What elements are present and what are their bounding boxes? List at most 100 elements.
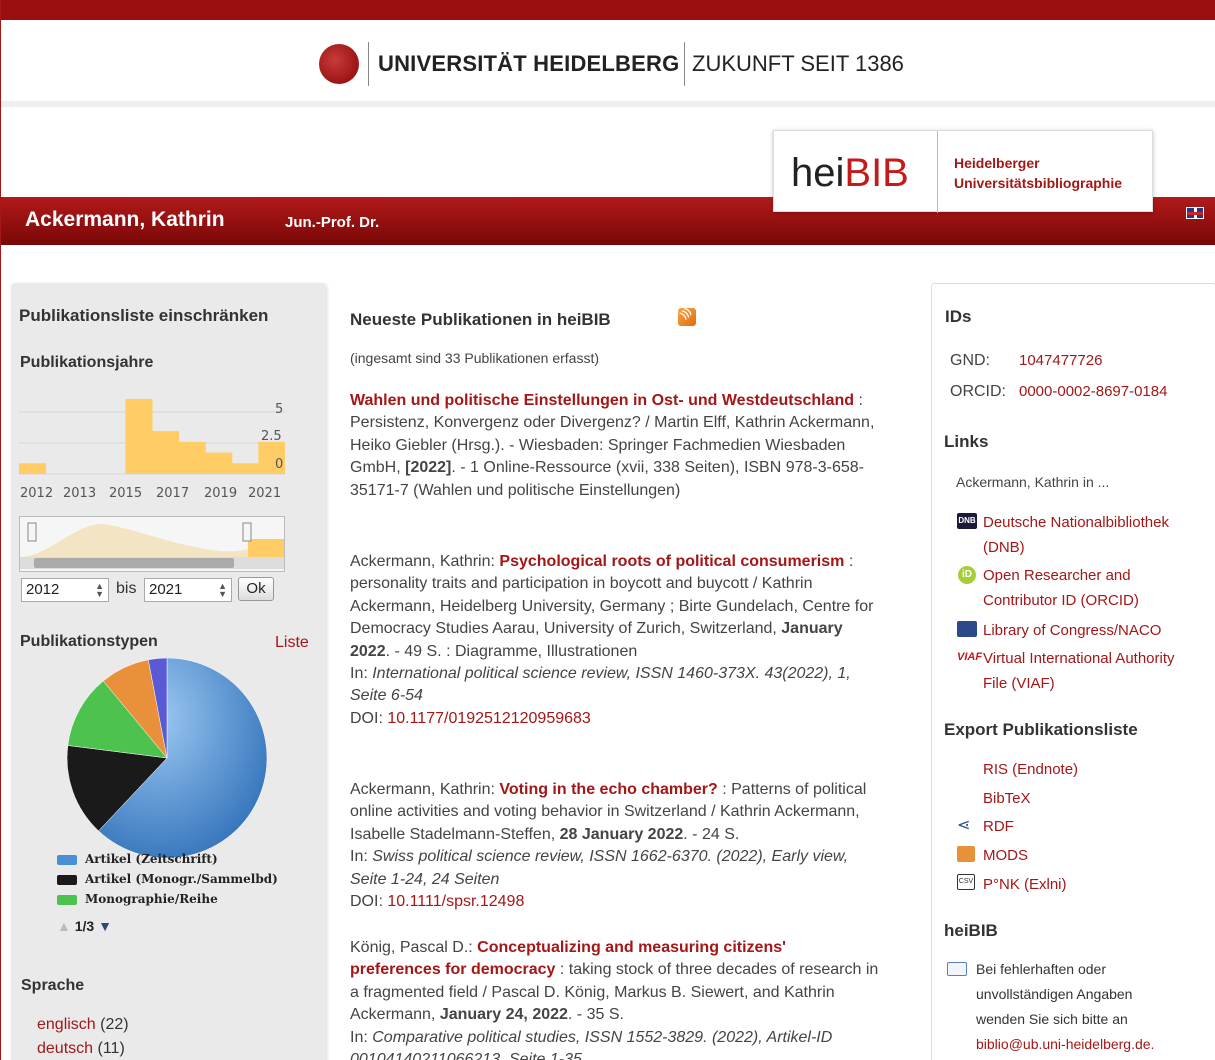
orcid-profile-link[interactable]: Open Researcher and Contributor ID (ORCID… [983, 563, 1139, 613]
orcid-label: ORCID: [950, 383, 1006, 400]
prev-page-icon[interactable]: ▲ [57, 918, 71, 934]
pub-title-link[interactable]: Voting in the echo chamber? [499, 781, 717, 798]
from-year-value: 2012 [26, 581, 60, 598]
publication-entry: Wahlen und politische Einstellungen in O… [350, 390, 880, 502]
contact-email-link[interactable]: biblio@ub.uni-heidelberg.de. [976, 1036, 1154, 1052]
logo-bib: BIB [844, 151, 909, 195]
doi-link[interactable]: 10.1111/spsr.12498 [387, 893, 524, 910]
export-bibtex-link[interactable]: BibTeX [983, 786, 1031, 811]
year-range-slider[interactable] [19, 516, 285, 572]
orcid-link[interactable]: 0000-0002-8697-0184 [1019, 379, 1167, 404]
english-flag-icon[interactable] [1186, 207, 1204, 219]
heibib-contact-text: Bei fehlerhaften oder unvollständigen An… [976, 957, 1154, 1057]
language-item[interactable]: englisch (22) [37, 1016, 129, 1034]
to-year-value: 2021 [149, 581, 183, 598]
divider [937, 131, 938, 213]
pub-source: International political science review, … [350, 665, 851, 705]
types-pie-chart[interactable] [63, 658, 273, 858]
to-year-input[interactable]: 2021 ▲ ▼ [144, 578, 232, 602]
legend-label: Artikel (Monogr./Sammelbd) [85, 872, 278, 886]
language-link[interactable]: deutsch [37, 1040, 93, 1057]
loc-link[interactable]: Library of Congress/NACO [983, 618, 1161, 643]
link-line: Deutsche Nationalbibliothek [983, 514, 1169, 531]
pub-details: . - 24 S. [683, 825, 740, 843]
histogram-bar[interactable] [125, 399, 153, 474]
legend-swatch [57, 854, 77, 865]
mail-icon [947, 962, 967, 976]
link-line: Virtual International Authority [983, 650, 1175, 667]
logo-subtitle: Heidelberger Universitätsbibliographie [954, 153, 1122, 193]
filter-heading: Publikationsliste einschränken [19, 306, 269, 325]
language-link[interactable]: englisch [37, 1016, 96, 1033]
histogram-bar[interactable] [231, 463, 259, 474]
link-line: Contributor ID (ORCID) [983, 592, 1139, 609]
histogram-bar[interactable] [19, 463, 47, 474]
loc-icon [957, 621, 977, 637]
legend-swatch [57, 874, 77, 885]
pub-date: 28 January 2022 [559, 825, 684, 843]
legend-pager: ▲ 1/3 ▼ [57, 918, 112, 934]
export-rdf-link[interactable]: RDF [983, 814, 1014, 839]
legend-item[interactable]: Artikel (Monogr./Sammelbd) [57, 872, 278, 886]
rss-feed-icon[interactable] [678, 308, 696, 326]
liste-link[interactable]: Liste [275, 634, 309, 652]
in-label: In: [350, 1028, 373, 1046]
university-seal-icon[interactable] [319, 44, 359, 84]
spinner-arrows-icon[interactable]: ▲ ▼ [95, 582, 104, 599]
pub-title-link[interactable]: Psychological roots of political consume… [499, 553, 844, 570]
from-year-input[interactable]: 2012 ▲ ▼ [21, 578, 109, 602]
publication-count-note: (ingesamt sind 33 Publikationen erfasst) [350, 350, 600, 366]
ids-heading: IDs [945, 307, 972, 326]
logo-subtitle-line1: Heidelberger [954, 155, 1040, 171]
types-heading: Publikationstypen [20, 633, 158, 650]
x-tick: 2013 [63, 486, 97, 501]
language-count: (22) [100, 1016, 129, 1033]
legend-swatch [57, 894, 77, 905]
divider [684, 42, 685, 86]
histogram-bar[interactable] [152, 431, 180, 474]
legend-item[interactable]: Monographie/Reihe [57, 892, 218, 906]
export-mods-link[interactable]: MODS [983, 843, 1028, 868]
language-heading: Sprache [21, 977, 85, 994]
export-ris-link[interactable]: RIS (Endnote) [983, 757, 1078, 782]
y-tick: 5 [275, 402, 284, 417]
x-tick: 2015 [109, 486, 143, 501]
gnd-link[interactable]: 1047477726 [1019, 348, 1102, 373]
export-heading: Export Publikationsliste [944, 720, 1138, 739]
grey-band [1, 101, 1215, 107]
logo-hei: hei [791, 151, 845, 195]
top-red-line [1, 0, 1215, 20]
link-line: Open Researcher and [983, 567, 1131, 584]
histogram-bar[interactable] [205, 452, 233, 474]
heibib-heading: heiBIB [944, 921, 998, 940]
pub-title-link[interactable]: Wahlen und politische Einstellungen in O… [350, 392, 854, 409]
in-label: In: [350, 848, 373, 866]
spinner-arrows-icon[interactable]: ▲ ▼ [218, 582, 227, 599]
doi-link[interactable]: 10.1177/0192512120959683 [387, 710, 590, 727]
histogram-bar[interactable] [178, 441, 206, 474]
pub-authors: Ackermann, Kathrin: [350, 781, 500, 798]
dnb-icon: DNB [957, 513, 977, 529]
mods-icon [957, 846, 975, 862]
gnd-label: GND: [950, 352, 990, 369]
next-page-icon[interactable]: ▼ [98, 918, 112, 934]
years-histogram[interactable] [19, 396, 285, 476]
csv-icon: CSV [957, 874, 975, 890]
doi-label: DOI: [350, 893, 388, 911]
language-item[interactable]: deutsch (11) [37, 1040, 125, 1058]
pub-details: . - 49 S. : Diagramme, Illustrationen [385, 642, 638, 660]
viaf-link[interactable]: Virtual International Authority File (VIA… [983, 646, 1175, 696]
slider-preview [20, 522, 284, 569]
x-tick: 2017 [156, 486, 190, 501]
x-tick: 2019 [204, 486, 238, 501]
ok-button[interactable]: Ok [238, 577, 274, 601]
university-name[interactable]: UNIVERSITÄT HEIDELBERG [378, 51, 679, 77]
dnb-link[interactable]: Deutsche Nationalbibliothek (DNB) [983, 510, 1169, 560]
export-pnk-link[interactable]: P°NK (Exlni) [983, 872, 1067, 897]
heibib-logo[interactable]: heiBIB Heidelberger Universitätsbibliogr… [773, 130, 1153, 213]
latest-publications-heading: Neueste Publikationen in heiBIB [350, 310, 611, 329]
pub-details: . - 35 S. [567, 1006, 624, 1024]
pager-text: 1/3 [74, 918, 95, 934]
legend-item[interactable]: Artikel (Zeitschrift) [57, 852, 218, 866]
bis-label: bis [116, 580, 137, 597]
